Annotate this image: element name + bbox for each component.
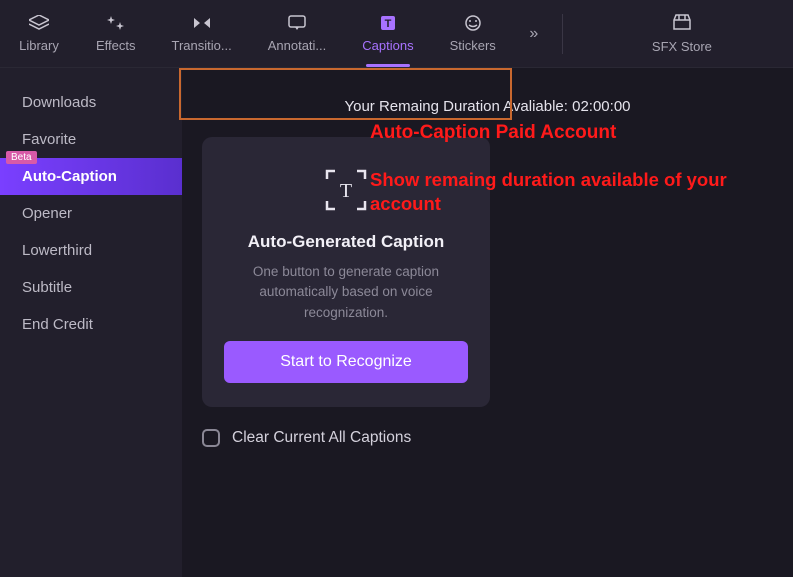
library-icon (29, 14, 49, 32)
captions-icon: T (379, 14, 397, 32)
transitions-icon (192, 14, 212, 32)
sidebar-item-label: End Credit (22, 316, 93, 333)
sidebar-item-label: Downloads (22, 94, 96, 111)
svg-text:T: T (385, 18, 392, 30)
beta-badge: Beta (6, 151, 37, 164)
top-tab-bar: Library Effects Transitio... Annotati...… (0, 0, 793, 68)
tab-label: Stickers (450, 38, 496, 53)
main-panel: Your Remaing Duration Avaliable: 02:00:0… (182, 68, 793, 577)
card-title: Auto-Generated Caption (248, 232, 444, 252)
sidebar-item-end-credit[interactable]: End Credit (0, 306, 182, 343)
effects-icon (107, 14, 125, 32)
card-description: One button to generate caption automatic… (224, 262, 468, 323)
annotation-text-2: Show remaing duration available of your … (370, 168, 790, 216)
text-frame-icon: T (323, 167, 369, 218)
sidebar-item-label: Opener (22, 205, 72, 222)
stickers-icon (464, 14, 482, 32)
sidebar-item-opener[interactable]: Opener (0, 195, 182, 232)
sfx-store-button[interactable]: SFX Store (571, 14, 793, 54)
tab-effects[interactable]: Effects (78, 0, 154, 67)
sidebar: Downloads Favorite Beta Auto-Caption Ope… (0, 68, 182, 577)
sidebar-item-auto-caption[interactable]: Beta Auto-Caption (0, 158, 182, 195)
start-recognize-button[interactable]: Start to Recognize (224, 341, 468, 383)
tab-label: Transitio... (172, 38, 232, 53)
svg-text:T: T (340, 180, 352, 202)
clear-captions-checkbox[interactable] (202, 429, 220, 447)
tab-group: Library Effects Transitio... Annotati...… (0, 0, 514, 67)
clear-captions-row: Clear Current All Captions (202, 429, 773, 447)
tab-label: Annotati... (268, 38, 327, 53)
clear-captions-label: Clear Current All Captions (232, 429, 411, 447)
annotation-text-1: Auto-Caption Paid Account (370, 122, 616, 144)
sidebar-item-label: Subtitle (22, 279, 72, 296)
more-tabs-button[interactable]: » (514, 25, 554, 43)
store-icon (672, 14, 692, 33)
sidebar-item-lowerthird[interactable]: Lowerthird (0, 232, 182, 269)
sidebar-item-label: Lowerthird (22, 242, 92, 259)
tab-library[interactable]: Library (0, 0, 78, 67)
sidebar-item-subtitle[interactable]: Subtitle (0, 269, 182, 306)
sidebar-item-downloads[interactable]: Downloads (0, 84, 182, 121)
tab-label: Effects (96, 38, 136, 53)
tab-stickers[interactable]: Stickers (432, 0, 514, 67)
annotations-icon (288, 14, 306, 32)
tab-label: Captions (362, 38, 413, 53)
sfx-label: SFX Store (652, 39, 712, 54)
tab-label: Library (19, 38, 59, 53)
sidebar-item-label: Favorite (22, 131, 76, 148)
chevron-double-right-icon: » (529, 25, 538, 43)
tab-annotations[interactable]: Annotati... (250, 0, 345, 67)
sidebar-item-label: Auto-Caption (22, 168, 117, 185)
tab-transitions[interactable]: Transitio... (154, 0, 250, 67)
tab-captions[interactable]: T Captions (344, 0, 431, 67)
separator (562, 14, 563, 54)
